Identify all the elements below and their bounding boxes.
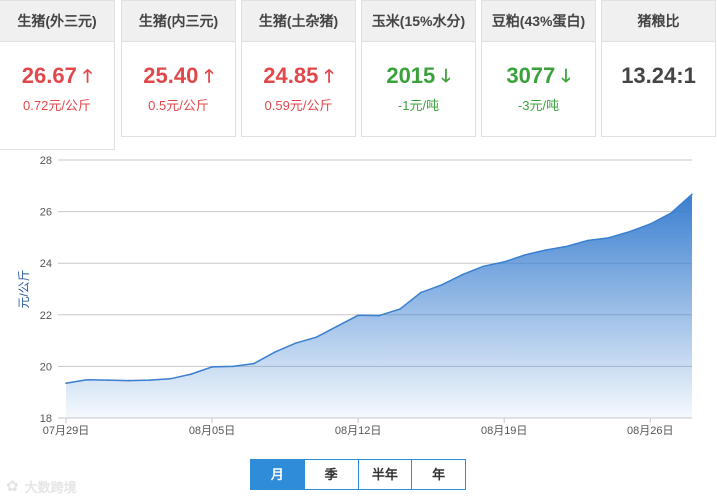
y-tick-label: 20: [40, 361, 52, 373]
series-area: [66, 194, 692, 418]
data-point: [628, 230, 631, 233]
data-point: [106, 379, 109, 381]
y-tick-label: 22: [40, 310, 52, 322]
card-label: 玉米(15%水分): [362, 1, 475, 42]
data-point: [86, 379, 88, 381]
card-label: 生猪(外三元): [0, 1, 114, 42]
data-point: [419, 291, 422, 294]
data-point: [65, 382, 67, 384]
card-price: 25.40 🡑: [143, 63, 214, 88]
price-card-pig-waisanyuan[interactable]: 生猪(外三元) 26.67 🡑 0.72元/公斤: [0, 0, 115, 150]
card-label: 生猪(内三元): [122, 1, 235, 42]
y-tick-label: 18: [40, 413, 52, 425]
data-point: [357, 314, 359, 317]
data-point: [440, 284, 443, 286]
y-tick-label: 24: [40, 258, 52, 270]
data-point: [294, 342, 297, 344]
arrow-down-icon: 🡓: [441, 66, 451, 86]
card-price: 24.85 🡑: [263, 63, 334, 88]
data-point: [524, 254, 526, 256]
data-point: [649, 223, 652, 225]
card-label: 生猪(土杂猪): [242, 1, 355, 42]
tab-month[interactable]: 月: [251, 460, 305, 489]
x-tick-label: 08月12日: [335, 425, 381, 437]
card-change: -1元/吨: [397, 98, 440, 113]
x-tick-label: 08月26日: [627, 425, 673, 437]
data-point: [127, 379, 130, 382]
data-point: [399, 308, 401, 310]
watermark: ✿ 大数跨境: [6, 476, 77, 496]
arrow-up-icon: 🡑: [82, 66, 93, 86]
data-point: [253, 362, 255, 365]
tab-year[interactable]: 年: [412, 460, 465, 489]
data-point: [482, 265, 485, 268]
x-tick-label: 08月19日: [481, 425, 527, 437]
price-card-pig-grain-ratio[interactable]: 猪粮比 13.24:1: [601, 0, 716, 137]
chart-series: [65, 193, 693, 418]
data-point: [607, 237, 610, 239]
card-change: 0.59元/公斤: [264, 98, 333, 113]
wechat-icon: ✿: [6, 478, 19, 495]
y-axis-ticks: 18 20 22 24 26 28: [40, 155, 52, 425]
price-card-corn[interactable]: 玉米(15%水分) 2015 🡓 -1元/吨: [361, 0, 476, 137]
data-point: [461, 273, 464, 276]
data-point: [315, 336, 318, 338]
price-chart-svg: 18 20 22 24 26 28 07月29日 08月05日 08月12日 08月19日 08月…: [17, 155, 693, 437]
data-point: [232, 365, 234, 368]
data-point: [148, 379, 151, 381]
price-card-soybean-meal[interactable]: 豆粕(43%蛋白) 3077 🡓 -3元/吨: [481, 0, 596, 137]
data-point: [691, 193, 693, 196]
data-point: [566, 245, 568, 248]
data-point: [273, 351, 276, 353]
card-label: 猪粮比: [602, 1, 715, 42]
price-chart: 18 20 22 24 26 28 07月29日 08月05日 08月12日 08月19日 08月…: [0, 148, 717, 448]
price-cards: 生猪(外三元) 26.67 🡑 0.72元/公斤 生猪(内三元) 25.40 🡑 0…: [0, 0, 717, 150]
price-card-pig-tuzazhu[interactable]: 生猪(土杂猪) 24.85 🡑 0.59元/公斤: [241, 0, 356, 137]
x-tick-label: 08月05日: [189, 425, 235, 437]
card-change: -3元/吨: [517, 98, 560, 113]
data-point: [336, 325, 339, 327]
card-change: 0.5元/公斤: [148, 98, 209, 113]
card-price: 3077 🡓: [506, 63, 571, 88]
price-card-pig-neisanyuan[interactable]: 生猪(内三元) 25.40 🡑 0.5元/公斤: [121, 0, 236, 137]
x-tick-label: 07月29日: [43, 425, 89, 437]
data-point: [169, 378, 172, 380]
card-label: 豆粕(43%蛋白): [482, 1, 595, 42]
x-axis-ticks: 07月29日 08月05日 08月12日 08月19日 08月26日: [43, 418, 674, 437]
data-point: [586, 239, 589, 242]
card-price: 26.67 🡑: [21, 63, 93, 88]
tab-quarter[interactable]: 季: [304, 460, 359, 489]
card-change: 0.72元/公斤: [23, 98, 91, 113]
range-tabs: 月 季 半年 年: [250, 459, 466, 490]
card-price: 13.24:1: [621, 63, 696, 88]
data-point: [503, 261, 506, 263]
data-point: [670, 212, 672, 214]
y-tick-label: 26: [40, 207, 52, 219]
watermark-text: 大数跨境: [24, 479, 77, 495]
data-point: [545, 249, 547, 251]
data-point: [211, 366, 213, 368]
card-price: 2015 🡓: [386, 63, 451, 88]
y-tick-label: 28: [40, 155, 52, 167]
y-axis-label: 元/公斤: [17, 269, 31, 308]
data-point: [190, 373, 192, 375]
arrow-down-icon: 🡓: [561, 66, 571, 86]
tab-half-year[interactable]: 半年: [358, 460, 413, 489]
arrow-up-icon: 🡑: [204, 66, 214, 86]
data-point: [378, 314, 380, 317]
arrow-up-icon: 🡑: [324, 66, 334, 86]
